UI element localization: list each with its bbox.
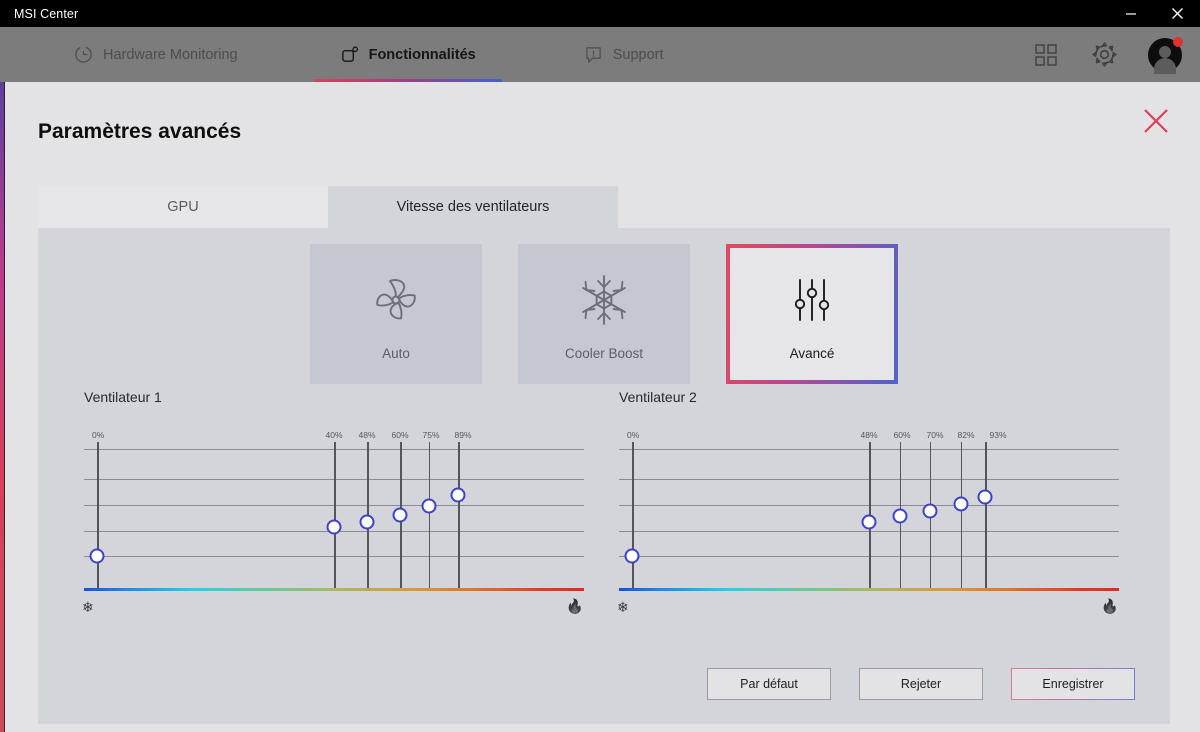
fan-1-axis-line [97, 442, 99, 588]
fan-1-temperature-bar[interactable] [84, 588, 584, 591]
fan-1-axis-line [458, 442, 460, 588]
default-button[interactable]: Par défaut [707, 668, 831, 700]
fan-2-axis-line [632, 442, 634, 588]
nav-right-icons [1032, 27, 1183, 82]
flame-icon: 🔥 [1101, 598, 1119, 614]
close-button[interactable] [1154, 0, 1200, 27]
fan-1-title: Ventilateur 1 [84, 389, 162, 405]
nav-label-hardware-monitoring: Hardware Monitoring [103, 46, 238, 63]
mode-card-auto[interactable]: Auto [310, 244, 482, 384]
dialog-close-icon[interactable] [1139, 104, 1173, 138]
discard-button[interactable]: Rejeter [859, 668, 983, 700]
avatar[interactable] [1148, 36, 1183, 74]
mode-label-avance: Avancé [789, 345, 835, 361]
fan-icon [364, 268, 428, 332]
fan-2-tick-label: 70% [926, 430, 944, 440]
fan-1-curve-node[interactable] [392, 507, 408, 523]
fan-1-curve-node[interactable] [359, 514, 375, 530]
tab-gpu[interactable]: GPU [38, 186, 328, 228]
mode-card-cooler-boost[interactable]: Cooler Boost [518, 244, 690, 384]
fan-1-tick-label: 40% [325, 430, 343, 440]
snowflake-icon [572, 268, 636, 332]
gauge-icon [74, 45, 93, 64]
flame-icon: 🔥 [566, 598, 584, 614]
fan-1-curve-node[interactable] [326, 519, 342, 535]
fan-1-graph[interactable]: 0% 40% 48% 60% 75% 89% ❄ 🔥 [82, 430, 584, 625]
window-controls [1108, 0, 1200, 27]
fan-1-axis-line [428, 442, 430, 588]
fan-1-tick-label: 75% [422, 430, 440, 440]
nav-label-support: Support [612, 46, 664, 63]
discard-button-label: Rejeter [900, 677, 942, 691]
tab-fan-speed[interactable]: Vitesse des ventilateurs [328, 186, 618, 228]
mode-card-avance[interactable]: Avancé [726, 244, 898, 384]
fan-2-curve-node[interactable] [861, 514, 877, 530]
fan-2-axis-line [960, 442, 962, 588]
mode-label-cooler-boost: Cooler Boost [564, 345, 644, 361]
left-edge-accent [0, 82, 4, 732]
advanced-settings-dialog: Paramètres avancés GPU Vitesse des venti… [5, 82, 1200, 732]
fan-2-curve-node[interactable] [953, 496, 968, 512]
fan-2-title: Ventilateur 2 [619, 389, 697, 405]
fan-2-tick-label: 93% [989, 430, 1007, 440]
nav-item-hardware-monitoring[interactable]: Hardware Monitoring [48, 27, 264, 82]
msi-center-window: MSI Center Hardware Monitoring Fonctionn… [0, 0, 1200, 732]
nav-label-fonctionnalites: Fonctionnalités [368, 46, 476, 63]
fan-curve-2: Ventilateur 2 0% 48% 60% 70% 82% 93% ❄ 🔥 [617, 389, 1151, 625]
fan-1-tick-label: 48% [358, 430, 376, 440]
fan-1-curve-node[interactable] [421, 498, 436, 513]
title-bar: MSI Center [0, 0, 1200, 27]
fan-1-tick-label: 0% [92, 430, 105, 440]
fan-2-temperature-bar[interactable] [619, 588, 1119, 591]
fan-2-tick-label: 60% [893, 430, 911, 440]
fan-2-curve-node[interactable] [624, 548, 640, 564]
fan-2-curve-node[interactable] [977, 489, 993, 505]
fan-1-axis-line [334, 442, 336, 588]
fan-settings-panel: Auto Cooler Boost Avancé Ventilateur 1 0… [38, 228, 1170, 724]
tab-gpu-label: GPU [167, 199, 199, 215]
main-navigation: Hardware Monitoring Fonctionnalités Supp… [0, 27, 1200, 82]
page-title: Paramètres avancés [38, 120, 242, 143]
support-bubble-icon [584, 45, 603, 64]
feature-square-icon [340, 45, 359, 64]
gear-icon[interactable] [1090, 41, 1118, 69]
settings-tabs: GPU Vitesse des ventilateurs [38, 186, 618, 228]
avatar-head [1159, 45, 1171, 58]
default-button-label: Par défaut [740, 677, 798, 691]
notification-dot [1173, 36, 1183, 47]
fan-1-tick-label: 89% [454, 430, 472, 440]
minimize-button[interactable] [1108, 0, 1154, 27]
snowflake-icon: ❄ [82, 599, 94, 615]
fan-1-tick-label: 60% [391, 430, 409, 440]
fan-2-curve-node[interactable] [922, 503, 937, 519]
avatar-body [1154, 57, 1176, 74]
tab-fan-speed-label: Vitesse des ventilateurs [396, 199, 550, 215]
fan-2-tick-label: 48% [860, 430, 878, 440]
save-button[interactable]: Enregistrer [1011, 668, 1135, 700]
snowflake-icon: ❄ [617, 599, 629, 615]
fan-1-curve-node[interactable] [89, 548, 105, 564]
fan-1-curve-node[interactable] [450, 487, 466, 503]
save-button-label: Enregistrer [1042, 677, 1104, 691]
dialog-actions: Par défaut Rejeter Enregistrer [707, 668, 1135, 700]
nav-item-fonctionnalites[interactable]: Fonctionnalités [313, 27, 502, 82]
mode-label-auto: Auto [382, 345, 410, 361]
fan-2-tick-label: 82% [957, 430, 975, 440]
fan-curve-1: Ventilateur 1 0% 40% 48% 60% 75% 89% ❄ 🔥 [82, 389, 616, 625]
sliders-icon [780, 268, 844, 332]
fan-2-graph[interactable]: 0% 48% 60% 70% 82% 93% ❄ 🔥 [617, 430, 1119, 625]
fan-2-axis-line [985, 442, 987, 588]
fan-2-tick-label: 0% [627, 430, 640, 440]
window-title: MSI Center [14, 6, 79, 21]
nav-item-support[interactable]: Support [558, 27, 690, 82]
fan-2-curve-node[interactable] [892, 508, 907, 524]
apps-grid-icon[interactable] [1032, 41, 1060, 69]
fan-mode-cards: Auto Cooler Boost Avancé [310, 244, 898, 384]
